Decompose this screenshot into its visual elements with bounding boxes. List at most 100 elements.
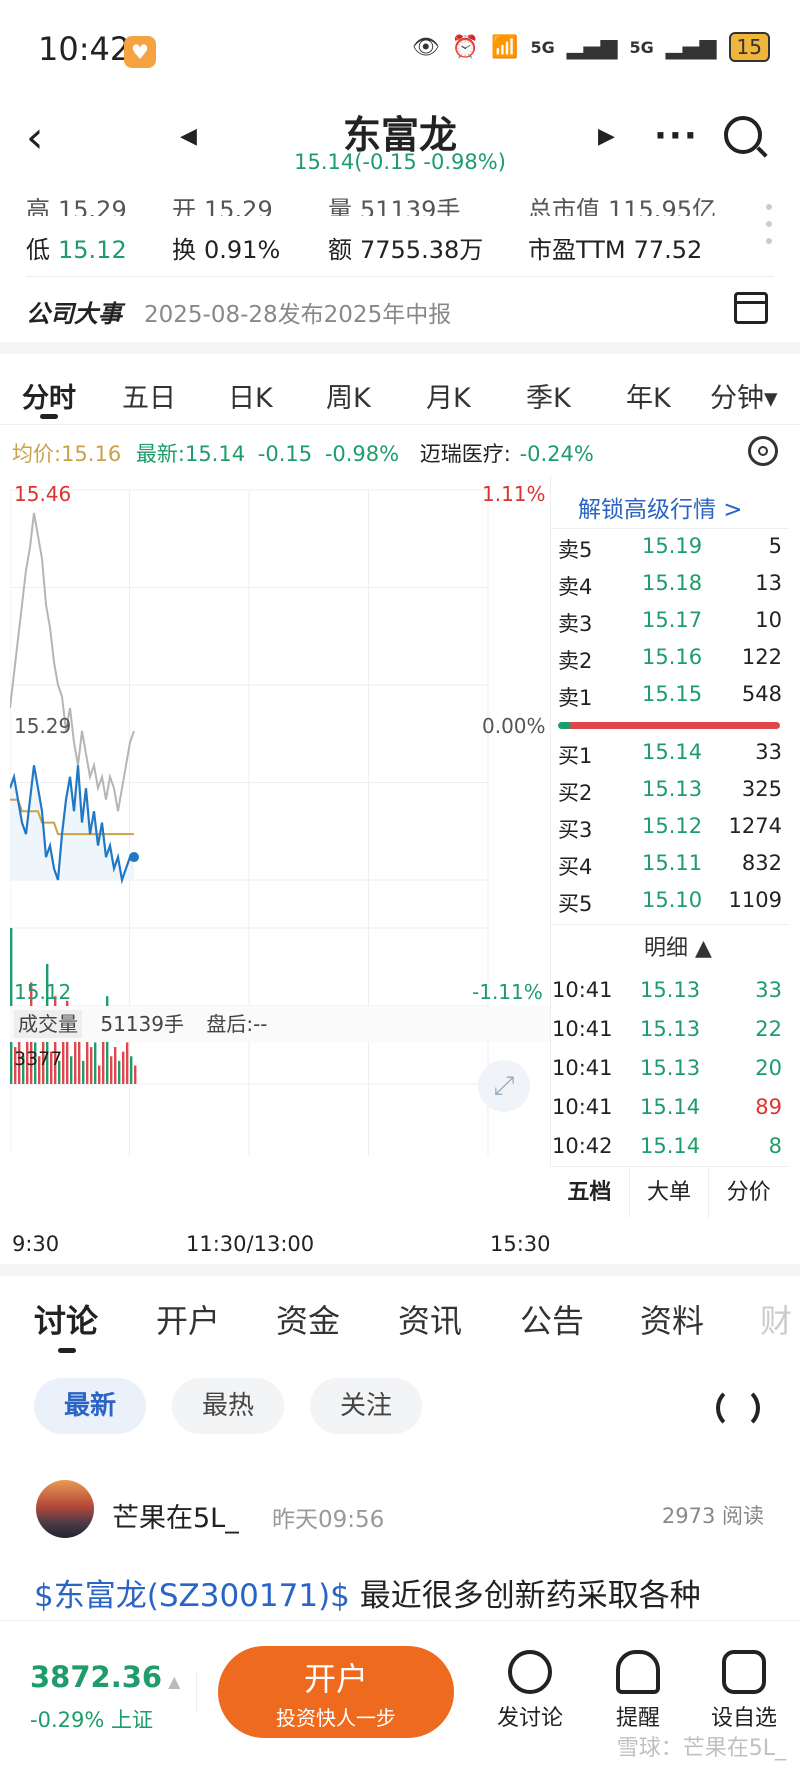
peer-name: 迈瑞医疗: <box>419 442 511 466</box>
refresh-icon[interactable] <box>716 1386 760 1430</box>
volume-bar <box>94 1042 97 1084</box>
filter-following[interactable]: 关注 <box>310 1378 422 1434</box>
high-label: 高 <box>26 196 50 216</box>
quote-pe: 市盈TTM 77.52 <box>528 230 702 265</box>
ask-row-2: 卖2 15.16 122 <box>558 645 784 681</box>
bid-row-4: 买4 15.11 832 <box>558 851 784 887</box>
section-gap <box>0 342 800 354</box>
turnover-value: 0.91% <box>204 236 281 264</box>
latest-price: 最新:15.14 <box>135 442 246 466</box>
tab-discuss[interactable]: 讨论 <box>34 1296 98 1342</box>
more-options-icon[interactable]: ··· <box>654 116 699 156</box>
bid-label: 买4 <box>558 855 593 879</box>
filter-latest[interactable]: 最新 <box>34 1378 146 1434</box>
tick-time: 10:41 <box>552 1017 613 1041</box>
volume-bar <box>114 1047 117 1084</box>
add-watchlist-button[interactable]: 设自选 <box>704 1650 784 1732</box>
calendar-icon[interactable] <box>734 292 768 324</box>
tick-row: 10:41 15.13 33 <box>552 978 786 1016</box>
bid-qty: 1109 <box>728 888 782 912</box>
tick-time: 10:42 <box>552 1134 613 1158</box>
post-username[interactable]: 芒果在5L_ <box>112 1496 239 1535</box>
intraday-chart[interactable] <box>10 476 550 1216</box>
divider <box>196 1672 197 1712</box>
volume-bar <box>130 1056 133 1084</box>
tab-profile[interactable]: 资料 <box>640 1296 704 1342</box>
tab-quarter-k[interactable]: 季K <box>526 376 571 415</box>
tab-minute[interactable]: 分钟▾ <box>710 376 778 415</box>
ask-label: 卖2 <box>558 649 593 673</box>
expand-icon[interactable]: ⤢ <box>478 1060 530 1112</box>
discussion-tabs: 讨论 开户 资金 资讯 公告 资料 财 <box>0 1292 800 1353</box>
signal-5g-icon: 5G <box>530 37 555 57</box>
settings-gear-icon[interactable] <box>748 436 778 466</box>
bid-label: 买2 <box>558 781 593 805</box>
quote-turnover: 换 0.91% <box>172 230 280 265</box>
divider <box>26 276 774 277</box>
chart-top-pct: 1.11% <box>482 482 546 506</box>
eye-icon: 👁 <box>411 34 440 60</box>
open-value: 15.29 <box>204 196 273 216</box>
tab-capital[interactable]: 资金 <box>276 1296 340 1342</box>
bid-qty: 33 <box>755 740 782 764</box>
stock-tag-link[interactable]: $东富龙(SZ300171)$ <box>34 1578 350 1614</box>
tab-fenshi[interactable]: 分时 <box>22 376 76 415</box>
scroll-dots-icon <box>766 204 772 244</box>
unlock-advanced-link[interactable]: 解锁高级行情 > <box>578 490 743 524</box>
bid-label: 买1 <box>558 744 593 768</box>
index-value[interactable]: 3872.36 ▲ <box>30 1660 180 1694</box>
tab-indicator <box>40 414 58 419</box>
bid-row-5: 买5 15.10 1109 <box>558 888 784 924</box>
alarm-icon: ⏰ <box>451 34 480 60</box>
open-account-title: 开户 <box>303 1660 368 1698</box>
post-discussion-button[interactable]: 发讨论 <box>490 1650 570 1732</box>
signal-bars-icon-2: ▂▄▆ <box>665 34 717 60</box>
bid-price: 15.14 <box>642 740 703 764</box>
x-axis-end: 15:30 <box>490 1232 551 1256</box>
chart-mid-price: 15.29 <box>14 714 72 738</box>
post-body[interactable]: $东富龙(SZ300171)$ 最近很多创新药采取各种 <box>34 1570 701 1615</box>
chat-bubble-icon <box>508 1650 552 1694</box>
app-notification-icon: ♥ <box>124 36 156 68</box>
tab-day-k[interactable]: 日K <box>228 376 273 415</box>
volume-bar <box>70 1056 73 1084</box>
ask-row-4: 卖4 15.18 13 <box>558 571 784 607</box>
amount-label: 额 <box>328 236 352 264</box>
ask-row-3: 卖3 15.17 10 <box>558 608 784 644</box>
chart-bot-pct: -1.11% <box>472 980 543 1004</box>
tab-announcements[interactable]: 公告 <box>520 1296 584 1342</box>
bid-ask-ratio-bar <box>558 722 780 729</box>
pe-label: 市盈TTM <box>528 236 626 264</box>
post-time: 昨天09:56 <box>272 1507 385 1533</box>
tab-5day[interactable]: 五日 <box>122 376 176 415</box>
volume-bar <box>82 1060 85 1084</box>
tab-month-k[interactable]: 月K <box>426 376 471 415</box>
post-discussion-label: 发讨论 <box>496 1706 563 1731</box>
volume-bar <box>122 1051 125 1084</box>
ask-label: 卖1 <box>558 686 593 710</box>
tab-week-k[interactable]: 周K <box>326 376 371 415</box>
search-icon[interactable] <box>724 116 762 154</box>
event-text[interactable]: 2025-08-28发布2025年中报 <box>144 295 451 329</box>
tab-news[interactable]: 资讯 <box>398 1296 462 1342</box>
ask-price: 15.19 <box>642 534 703 558</box>
filter-hot[interactable]: 最热 <box>172 1378 284 1434</box>
next-stock-arrow-icon[interactable]: ▶ <box>598 124 615 149</box>
detail-toggle[interactable]: 明细 ▲ <box>644 930 712 962</box>
tab-year-k[interactable]: 年K <box>626 376 671 415</box>
divider <box>0 424 800 425</box>
avatar[interactable] <box>36 1480 94 1538</box>
tab-large-orders[interactable]: 大单 <box>630 1167 710 1218</box>
volume-value: 51139手 <box>100 1012 184 1036</box>
alert-button[interactable]: 提醒 <box>598 1650 678 1732</box>
tab-price-dist[interactable]: 分价 <box>709 1167 788 1218</box>
tab-five-levels[interactable]: 五档 <box>550 1167 630 1218</box>
bid-row-1: 买1 15.14 33 <box>558 740 784 776</box>
status-bar: 10:42 ♥ 👁 ⏰ 📶 5G ▂▄▆ 5G ▂▄▆ 15 <box>0 0 800 100</box>
quote-high: 高 15.29 <box>26 190 127 216</box>
tab-open-account[interactable]: 开户 <box>156 1296 220 1342</box>
bid-label: 买5 <box>558 892 593 916</box>
bid-row-3: 买3 15.12 1274 <box>558 814 784 850</box>
tab-finance[interactable]: 财 <box>760 1296 792 1342</box>
open-account-button[interactable]: 开户 投资快人一步 <box>218 1646 454 1738</box>
